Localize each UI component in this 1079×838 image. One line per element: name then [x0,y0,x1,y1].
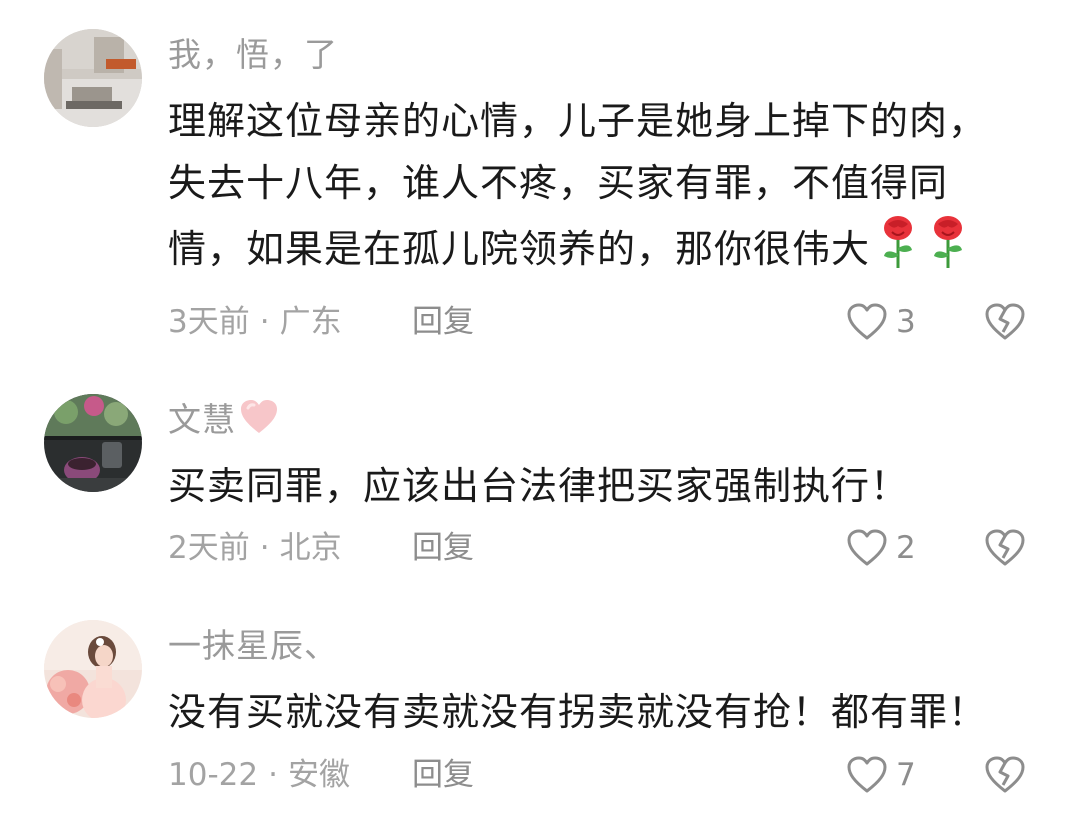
avatar[interactable] [44,29,142,127]
rose-emoji [876,214,920,288]
dislike-button[interactable] [984,302,1026,342]
like-button[interactable]: 3 [846,300,916,344]
dislike-button[interactable] [984,528,1026,568]
avatar[interactable] [44,620,142,718]
username[interactable]: 文慧 [168,398,280,445]
pink-heart-emoji [238,398,280,445]
like-count: 2 [896,530,916,566]
heart-outline-icon [846,302,888,342]
comment-text: 没有买就没有卖就没有拐卖就没有抢！都有罪！ [168,681,1048,743]
comment-location: 广东 [279,304,342,340]
reply-button[interactable]: 回复 [412,302,474,342]
separator: · [268,757,278,793]
like-button[interactable]: 2 [846,526,916,570]
comment-text: 理解这位母亲的心情，儿子是她身上掉下的肉， 失去十八年，谁人不疼，买家有罪，不值… [168,90,1048,288]
comment-meta: 2天前 · 北京 [168,528,342,568]
comment-time: 2天前 [168,530,250,566]
reply-button[interactable]: 回复 [412,755,474,795]
username[interactable]: 我，悟，了 [168,35,338,75]
username-text: 文慧 [168,400,236,439]
comment-line: 失去十八年，谁人不疼，买家有罪，不值得同 [168,161,949,205]
like-button[interactable]: 7 [846,753,916,797]
comment-meta: 10-22 · 安徽 [168,755,350,795]
reply-button[interactable]: 回复 [412,528,474,568]
heart-outline-icon [846,528,888,568]
comment-line-text: 情，如果是在孤儿院领养的，那你很伟大 [168,227,871,271]
comment-text: 买卖同罪，应该出台法律把买家强制执行！ [168,455,1048,517]
heart-outline-icon [846,755,888,795]
comment-time: 3天前 [168,304,250,340]
like-count: 7 [896,757,916,793]
username[interactable]: 一抹星辰、 [168,626,338,666]
comment-meta: 3天前 · 广东 [168,302,342,342]
comment-line: 没有买就没有卖就没有拐卖就没有抢！都有罪！ [168,690,988,734]
comment-location: 安徽 [287,757,350,793]
like-count: 3 [896,304,916,340]
broken-heart-icon [984,528,1026,568]
comment-location: 北京 [279,530,342,566]
separator: · [259,530,270,566]
broken-heart-icon [984,755,1026,795]
separator: · [259,304,270,340]
dislike-button[interactable] [984,755,1026,795]
avatar[interactable] [44,394,142,492]
comment-time: 10-22 [168,757,259,793]
broken-heart-icon [984,302,1026,342]
comment-line: 买卖同罪，应该出台法律把买家强制执行！ [168,464,910,508]
comment-line: 情，如果是在孤儿院领养的，那你很伟大 [168,214,1048,288]
comment-line: 理解这位母亲的心情，儿子是她身上掉下的肉， [168,99,988,143]
rose-emoji [926,214,970,288]
